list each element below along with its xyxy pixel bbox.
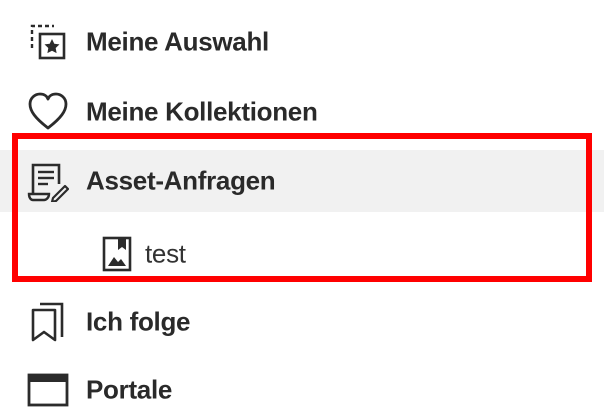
nav-subitem-label: test bbox=[145, 238, 186, 269]
nav-item-label: Meine Kollektionen bbox=[86, 96, 318, 127]
nav-item-ich-folge[interactable]: Ich folge bbox=[0, 296, 604, 348]
nav-item-label: Asset-Anfragen bbox=[86, 165, 276, 196]
nav-item-label: Portale bbox=[86, 374, 173, 405]
nav-item-portale[interactable]: Portale bbox=[0, 364, 604, 416]
bookmarks-icon bbox=[26, 300, 70, 344]
nav-item-meine-kollektionen[interactable]: Meine Kollektionen bbox=[0, 86, 604, 138]
selection-star-icon bbox=[26, 20, 70, 64]
nav-item-asset-anfragen[interactable]: Asset-Anfragen bbox=[0, 150, 604, 212]
nav-item-label: Meine Auswahl bbox=[86, 26, 269, 57]
image-bookmark-icon bbox=[100, 234, 134, 274]
heart-icon bbox=[26, 90, 70, 134]
nav-item-label: Ich folge bbox=[86, 306, 191, 337]
window-icon bbox=[26, 368, 70, 412]
document-edit-icon bbox=[26, 159, 70, 203]
sidebar-nav: Meine Auswahl Meine Kollektionen Asset-A… bbox=[0, 0, 604, 420]
nav-item-meine-auswahl[interactable]: Meine Auswahl bbox=[0, 16, 604, 68]
nav-subitem-test[interactable]: test bbox=[0, 224, 604, 284]
